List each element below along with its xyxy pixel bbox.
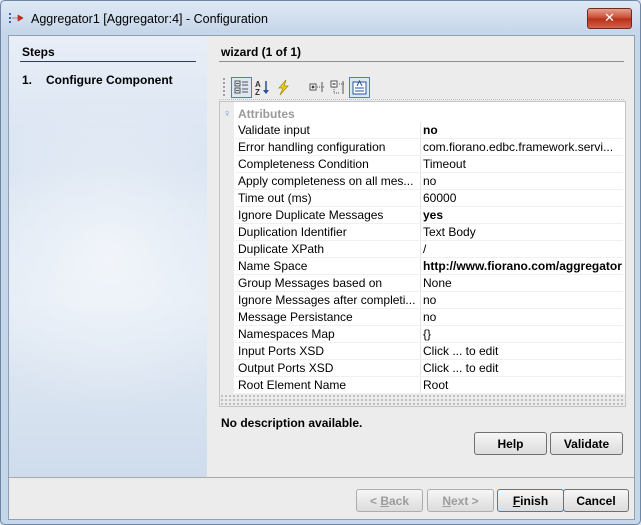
property-row[interactable]: Completeness Condition Timeout: [235, 156, 623, 173]
step-number: 1.: [22, 73, 33, 87]
property-row[interactable]: Ignore Messages after completi... no: [235, 292, 623, 309]
property-value[interactable]: Click ... to edit: [423, 361, 623, 375]
property-row[interactable]: Namespaces Map {}: [235, 326, 623, 343]
property-row[interactable]: Message Persistance no: [235, 309, 623, 326]
collapse-all-icon[interactable]: [328, 77, 349, 98]
finish-button[interactable]: Finish: [497, 489, 564, 512]
title-bar[interactable]: Aggregator1 [Aggregator:4] - Configurati…: [1, 1, 640, 35]
property-row[interactable]: Duplicate XPath /: [235, 241, 623, 258]
next-button[interactable]: Next >: [427, 489, 494, 512]
lightning-icon[interactable]: [273, 77, 294, 98]
property-name: Namespaces Map: [238, 327, 335, 341]
svg-text:Z: Z: [255, 88, 260, 96]
steps-divider: [20, 61, 196, 62]
aggregator-icon: [9, 11, 25, 25]
property-rows: Validate input no Error handling configura…: [235, 122, 623, 406]
description-text: No description available.: [221, 416, 363, 430]
property-name: Ignore Duplicate Messages: [238, 208, 384, 222]
steps-title: Steps: [22, 45, 55, 59]
property-name: Time out (ms): [238, 191, 312, 205]
help-button[interactable]: Help: [474, 432, 547, 455]
property-value[interactable]: no: [423, 310, 623, 324]
property-name: Error handling configuration: [238, 140, 386, 154]
property-sheet: ♀ Attributes Validate input no Error handl…: [219, 101, 626, 407]
property-sheet-resize-grip[interactable]: [220, 394, 625, 406]
property-value[interactable]: None: [423, 276, 623, 290]
property-value[interactable]: yes: [423, 208, 623, 222]
close-icon: ✕: [604, 10, 615, 25]
property-value[interactable]: Text Body: [423, 225, 623, 239]
property-name: Completeness Condition: [238, 157, 369, 171]
categorized-view-icon[interactable]: [231, 77, 252, 98]
property-name: Duplication Identifier: [238, 225, 347, 239]
property-name: Duplicate XPath: [238, 242, 325, 256]
property-value[interactable]: no: [423, 174, 623, 188]
dialog-body: Steps 1. Configure Component wizard (1 of…: [8, 35, 635, 520]
property-value[interactable]: Click ... to edit: [423, 344, 623, 358]
property-gutter: [220, 102, 234, 406]
validate-button[interactable]: Validate: [550, 432, 623, 455]
property-row[interactable]: Ignore Duplicate Messages yes: [235, 207, 623, 224]
property-row[interactable]: Name Space http://www.fiorano.com/aggrega…: [235, 258, 623, 275]
property-row[interactable]: Error handling configuration com.fiorano.…: [235, 139, 623, 156]
property-name: Apply completeness on all mes...: [238, 174, 414, 188]
property-row[interactable]: Validate input no: [235, 122, 623, 139]
property-row[interactable]: Apply completeness on all mes... no: [235, 173, 623, 190]
property-name: Root Element Name: [238, 378, 347, 392]
property-value[interactable]: com.fiorano.edbc.framework.servi...: [423, 140, 623, 154]
property-row[interactable]: Root Element Name Root: [235, 377, 623, 394]
window-title: Aggregator1 [Aggregator:4] - Configurati…: [31, 12, 268, 26]
property-row[interactable]: Time out (ms) 60000: [235, 190, 623, 207]
property-name: Input Ports XSD: [238, 344, 325, 358]
property-value[interactable]: /: [423, 242, 623, 256]
property-value[interactable]: Timeout: [423, 157, 623, 171]
collapse-category-icon[interactable]: ♀: [223, 108, 231, 120]
footer-divider: [9, 477, 634, 478]
property-row[interactable]: Output Ports XSD Click ... to edit: [235, 360, 623, 377]
property-value[interactable]: http://www.fiorano.com/aggregator: [423, 259, 623, 273]
description-toggle-icon[interactable]: [349, 77, 370, 98]
step-item-configure-component[interactable]: 1. Configure Component: [22, 73, 173, 87]
steps-panel: Steps 1. Configure Component: [9, 36, 207, 477]
property-name: Group Messages based on: [238, 276, 383, 290]
property-name: Output Ports XSD: [238, 361, 334, 375]
attributes-category[interactable]: ♀ Attributes: [220, 106, 625, 122]
property-row[interactable]: Input Ports XSD Click ... to edit: [235, 343, 623, 360]
sort-alphabetical-icon[interactable]: A Z: [252, 77, 273, 98]
toolbar-grip[interactable]: [222, 77, 226, 96]
property-value[interactable]: {}: [423, 327, 623, 341]
cancel-button[interactable]: Cancel: [563, 489, 629, 512]
property-toolbar: A Z: [219, 74, 624, 100]
wizard-title: wizard (1 of 1): [221, 45, 302, 59]
expand-all-icon[interactable]: [307, 77, 328, 98]
close-button[interactable]: ✕: [587, 8, 632, 29]
configuration-window: Aggregator1 [Aggregator:4] - Configurati…: [0, 0, 641, 525]
back-button[interactable]: < Back: [356, 489, 423, 512]
property-value[interactable]: 60000: [423, 191, 623, 205]
step-label: Configure Component: [46, 73, 173, 87]
property-name: Ignore Messages after completi...: [238, 293, 416, 307]
property-row[interactable]: Duplication Identifier Text Body: [235, 224, 623, 241]
property-name: Name Space: [238, 259, 308, 273]
property-value[interactable]: no: [423, 123, 623, 137]
category-label: Attributes: [238, 107, 295, 121]
property-name: Message Persistance: [238, 310, 353, 324]
property-value[interactable]: no: [423, 293, 623, 307]
property-name: Validate input: [238, 123, 310, 137]
property-row[interactable]: Group Messages based on None: [235, 275, 623, 292]
wizard-divider: [219, 61, 624, 62]
property-value[interactable]: Root: [423, 378, 623, 392]
